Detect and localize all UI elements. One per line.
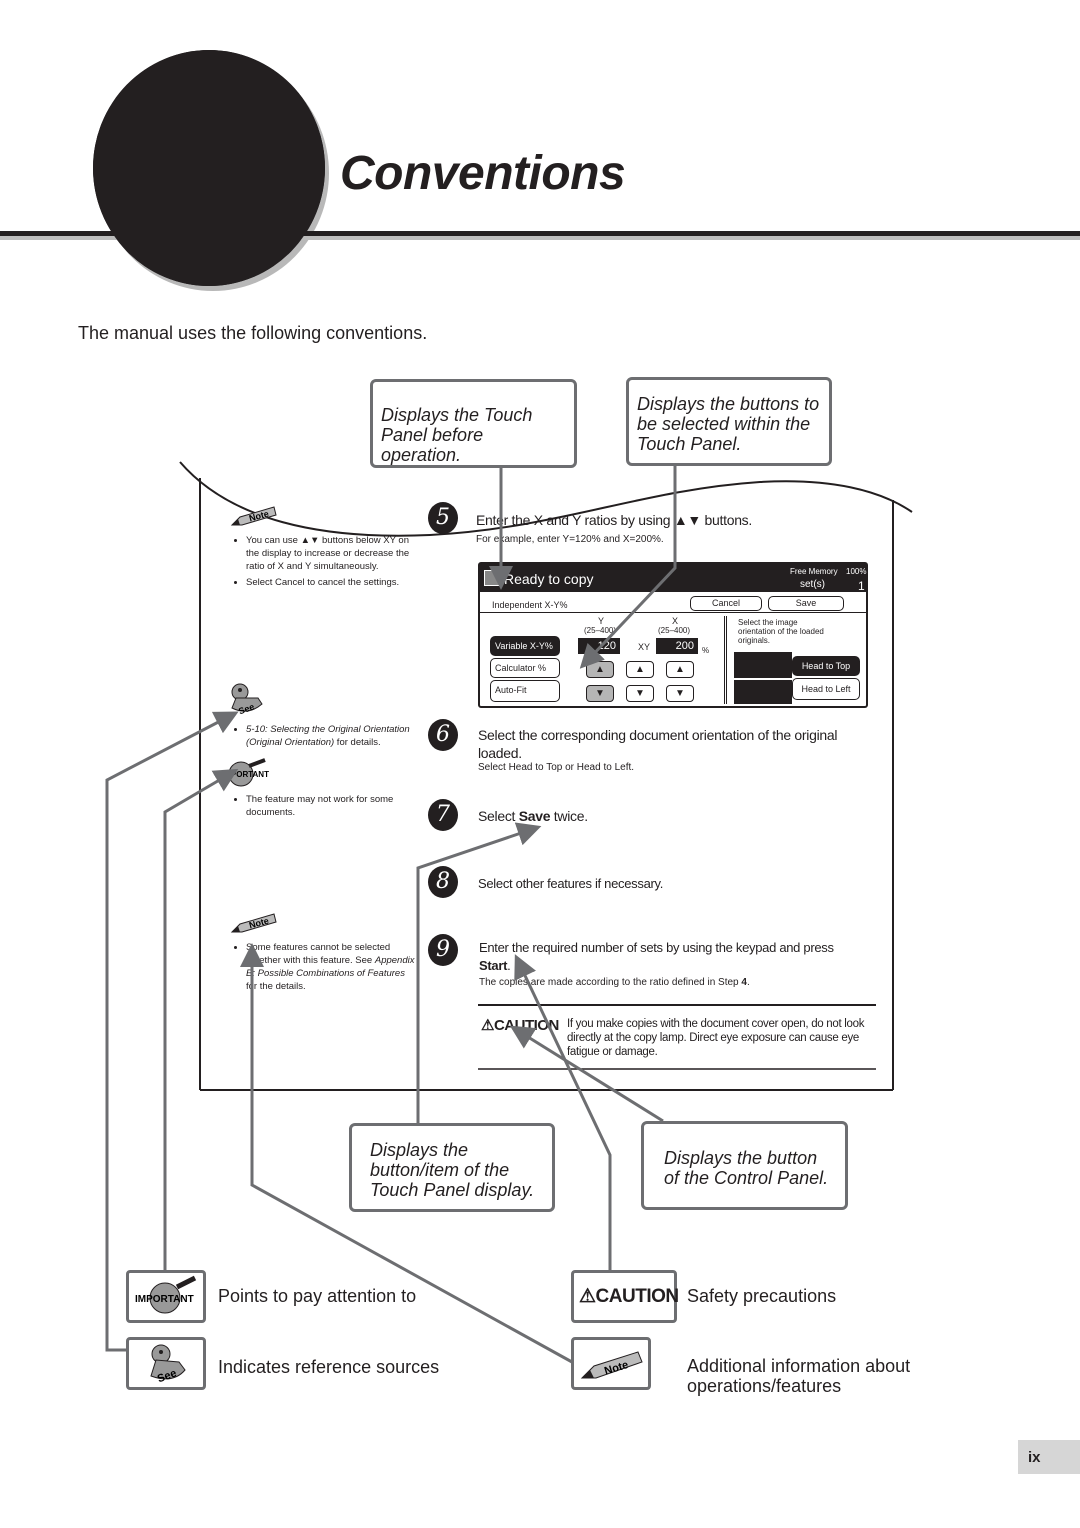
legend-caution-text: Safety precautions [687,1286,837,1306]
legend-important-box: IMPORTANT [126,1270,206,1323]
svg-text:IMPORTANT: IMPORTANT [135,1294,194,1305]
legend-caution-box: ⚠CAUTION [571,1270,679,1323]
note-icon: Note [580,1351,643,1379]
caution-icon: ⚠CAUTION [579,1286,679,1307]
see-icon: See [150,1344,186,1385]
legend-important-text: Points to pay attention to [218,1286,417,1306]
important-icon: IMPORTANT [135,1275,197,1314]
legend-note-text: Additional information about operations/… [687,1356,911,1396]
page-number: ix [1018,1440,1080,1474]
legend-note-box: Note [571,1337,651,1390]
legend-see-box: See [126,1337,206,1390]
legend-see-text: Indicates reference sources [218,1357,440,1377]
